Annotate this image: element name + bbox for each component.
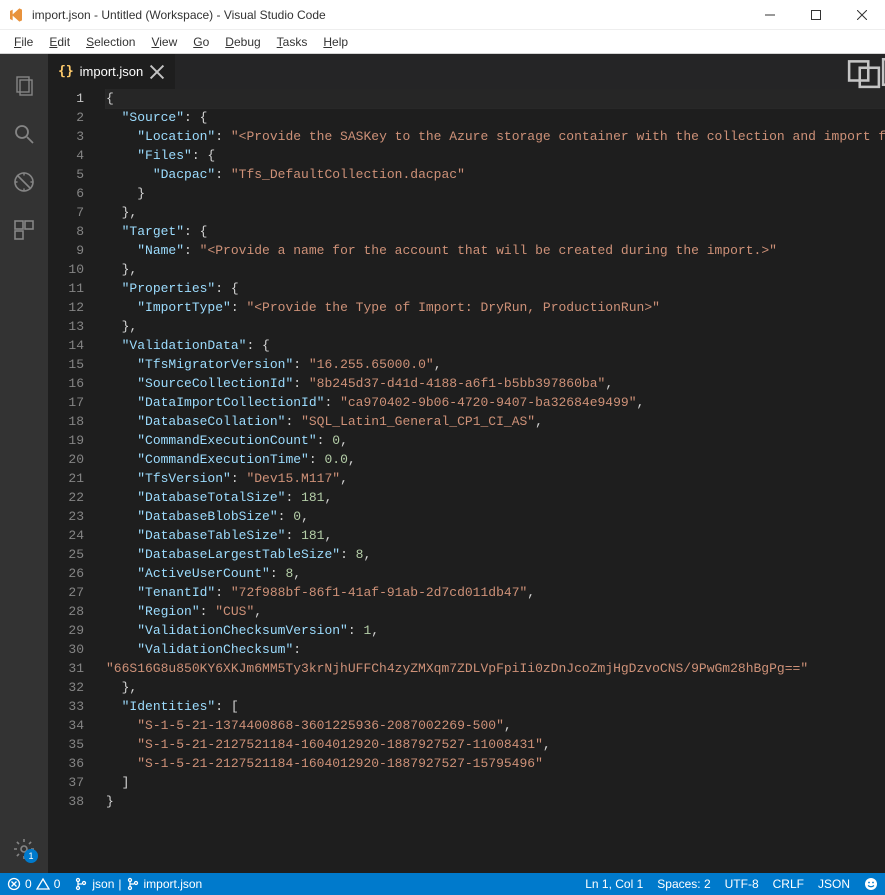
search-icon[interactable] [0, 110, 48, 158]
settings-badge: 1 [24, 849, 38, 863]
code-content[interactable]: { "Source": { "Location": "<Provide the … [102, 89, 885, 873]
menu-view[interactable]: View [143, 33, 185, 51]
status-feedback-icon[interactable] [857, 873, 885, 895]
menu-file[interactable]: File [6, 33, 41, 51]
status-branch[interactable]: json | import.json [67, 873, 209, 895]
status-errors-count: 0 [25, 877, 32, 891]
menu-selection[interactable]: Selection [78, 33, 143, 51]
menu-help[interactable]: Help [315, 33, 356, 51]
activity-bar: 1 [0, 54, 48, 873]
menu-debug[interactable]: Debug [217, 33, 268, 51]
vscode-logo-icon [8, 7, 24, 23]
extensions-icon[interactable] [0, 206, 48, 254]
status-language[interactable]: JSON [811, 873, 857, 895]
compare-changes-icon[interactable] [847, 54, 881, 89]
editor-group: {} import.json 1234567891011121314151617… [48, 54, 885, 873]
window-maximize-button[interactable] [793, 0, 839, 30]
status-file-label: import.json [144, 877, 203, 891]
menu-bar: FileEditSelectionViewGoDebugTasksHelp [0, 30, 885, 54]
menu-edit[interactable]: Edit [41, 33, 78, 51]
status-warnings-count: 0 [54, 877, 61, 891]
json-file-icon: {} [58, 64, 74, 79]
menu-tasks[interactable]: Tasks [269, 33, 316, 51]
status-branch-label: json [92, 877, 114, 891]
status-bar: 0 0 json | import.json Ln 1, Col 1 Space… [0, 873, 885, 895]
status-branch-sep: | [118, 877, 121, 891]
tab-close-icon[interactable] [149, 64, 165, 80]
debug-icon[interactable] [0, 158, 48, 206]
settings-gear-icon[interactable]: 1 [0, 825, 48, 873]
line-number-gutter: 1234567891011121314151617181920212223242… [48, 89, 102, 873]
window-titlebar: import.json - Untitled (Workspace) - Vis… [0, 0, 885, 30]
editor-tab-import-json[interactable]: {} import.json [48, 54, 176, 89]
window-close-button[interactable] [839, 0, 885, 30]
explorer-icon[interactable] [0, 62, 48, 110]
status-ln-col[interactable]: Ln 1, Col 1 [578, 873, 650, 895]
editor-tabs: {} import.json [48, 54, 885, 89]
status-problems[interactable]: 0 0 [0, 873, 67, 895]
window-title: import.json - Untitled (Workspace) - Vis… [32, 8, 747, 22]
status-indent[interactable]: Spaces: 2 [650, 873, 717, 895]
status-encoding[interactable]: UTF-8 [718, 873, 766, 895]
tab-label: import.json [80, 64, 144, 79]
window-minimize-button[interactable] [747, 0, 793, 30]
menu-go[interactable]: Go [185, 33, 217, 51]
split-editor-icon[interactable] [881, 54, 885, 89]
status-eol[interactable]: CRLF [766, 873, 811, 895]
code-editor[interactable]: 1234567891011121314151617181920212223242… [48, 89, 885, 873]
